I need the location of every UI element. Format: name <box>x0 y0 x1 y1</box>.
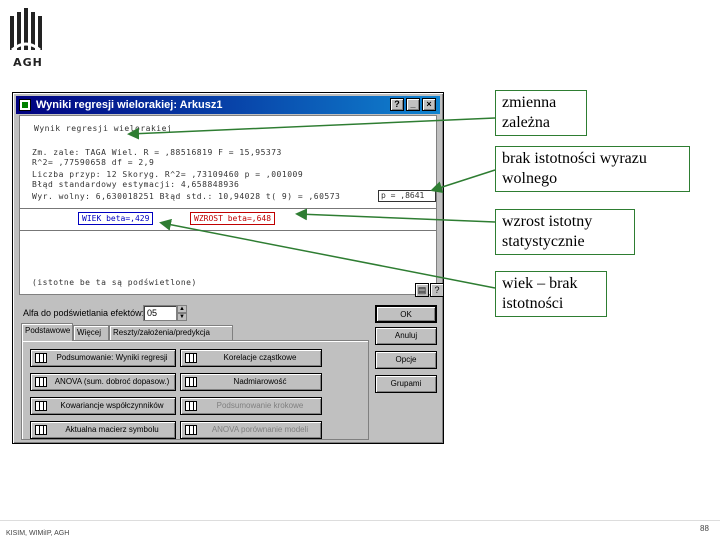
save-icon[interactable]: ▤ <box>415 283 429 297</box>
cancel-button[interactable]: Anuluj <box>375 327 437 345</box>
logo-text: AGH <box>13 56 43 69</box>
ok-button[interactable]: OK <box>375 305 437 323</box>
tab-residuals[interactable]: Reszty/założenia/predykcja <box>109 325 233 340</box>
options-button[interactable]: Opcje <box>375 351 437 369</box>
partial-correlations-button[interactable]: Korelacje cząstkowe <box>180 349 322 367</box>
output-row: Liczba przyp: 12 Skoryg. R^2= ,73109460 … <box>32 170 304 179</box>
alpha-label: Alfa do podświetlania efektów: <box>23 308 145 318</box>
table-icon <box>185 401 197 411</box>
by-group-button[interactable]: Grupami <box>375 375 437 393</box>
tab-panel: Podsumowanie: Wyniki regresji Korelacje … <box>21 340 369 440</box>
table-icon <box>35 353 47 363</box>
table-icon <box>185 425 197 435</box>
output-row: Zm. zale: TAGA Wiel. R = ,88516819 F = 1… <box>32 148 282 157</box>
footer-credit: KISIM, WIMiIP, AGH <box>6 530 70 537</box>
output-footnote: (istotne be ta są podświetlone) <box>32 278 197 287</box>
summary-results-button[interactable]: Podsumowanie: Wyniki regresji <box>30 349 176 367</box>
output-divider <box>20 230 436 231</box>
annotation-intercept: brak istotności wyrazu wolnego <box>495 146 690 192</box>
output-row: R^2= ,77590658 df = 2,9 <box>32 158 155 167</box>
stepper-up-icon[interactable]: ▲ <box>177 305 187 313</box>
regression-results-window: Wyniki regresji wielorakiej: Arkusz1 ? _… <box>12 92 444 444</box>
table-icon <box>35 401 47 411</box>
results-output: Wynik regresji wielorakiej Zm. zale: TAG… <box>19 115 437 295</box>
height-beta-cell: WZROST beta=,648 <box>190 212 276 225</box>
table-icon <box>35 425 47 435</box>
table-icon <box>35 377 47 387</box>
table-icon <box>185 377 197 387</box>
annotation-age: wiek – brak istotności <box>495 271 607 317</box>
window-app-icon <box>19 99 31 111</box>
age-beta-cell: WIEK beta=,429 <box>78 212 154 225</box>
tab-basic[interactable]: Podstawowe <box>21 323 73 341</box>
redundancy-button[interactable]: Nadmiarowość <box>180 373 322 391</box>
alpha-input[interactable]: 05 <box>143 305 177 321</box>
annotation-dependent-variable: zmienna zależna <box>495 90 587 136</box>
table-icon <box>185 353 197 363</box>
page-number: 88 <box>700 524 709 533</box>
agh-logo-icon <box>10 8 42 52</box>
alpha-stepper[interactable]: ▲ ▼ <box>177 305 187 321</box>
stepwise-summary-button[interactable]: Podsumowanie krokowe <box>180 397 322 415</box>
current-matrix-button[interactable]: Aktualna macierz symbolu <box>30 421 176 439</box>
stepper-down-icon[interactable]: ▼ <box>177 313 187 321</box>
output-divider <box>20 208 436 209</box>
minimize-button[interactable]: _ <box>406 98 420 111</box>
coefficient-covariances-button[interactable]: Kowariancje współczynników <box>30 397 176 415</box>
agh-logo: AGH <box>8 8 46 70</box>
output-row: Błąd standardowy estymacji: 4,658848936 <box>32 180 240 189</box>
anova-compare-models-button[interactable]: ANOVA porównanie modeli <box>180 421 322 439</box>
help-button[interactable]: ? <box>390 98 404 111</box>
annotation-height: wzrost istotny statystycznie <box>495 209 635 255</box>
info-icon[interactable]: ? <box>430 283 444 297</box>
window-title: Wyniki regresji wielorakiej: Arkusz1 <box>36 99 223 111</box>
intercept-p-value: p = ,8641 <box>378 190 436 202</box>
output-heading: Wynik regresji wielorakiej <box>34 124 173 133</box>
anova-button[interactable]: ANOVA (sum. dobroć dopasow.) <box>30 373 176 391</box>
tab-more[interactable]: Więcej <box>73 325 109 340</box>
close-button[interactable]: × <box>422 98 436 111</box>
footer-divider <box>0 520 720 521</box>
window-titlebar[interactable]: Wyniki regresji wielorakiej: Arkusz1 ? _… <box>16 96 440 114</box>
output-row: Wyr. wolny: 6,630018251 Błąd std.: 10,94… <box>32 192 341 201</box>
